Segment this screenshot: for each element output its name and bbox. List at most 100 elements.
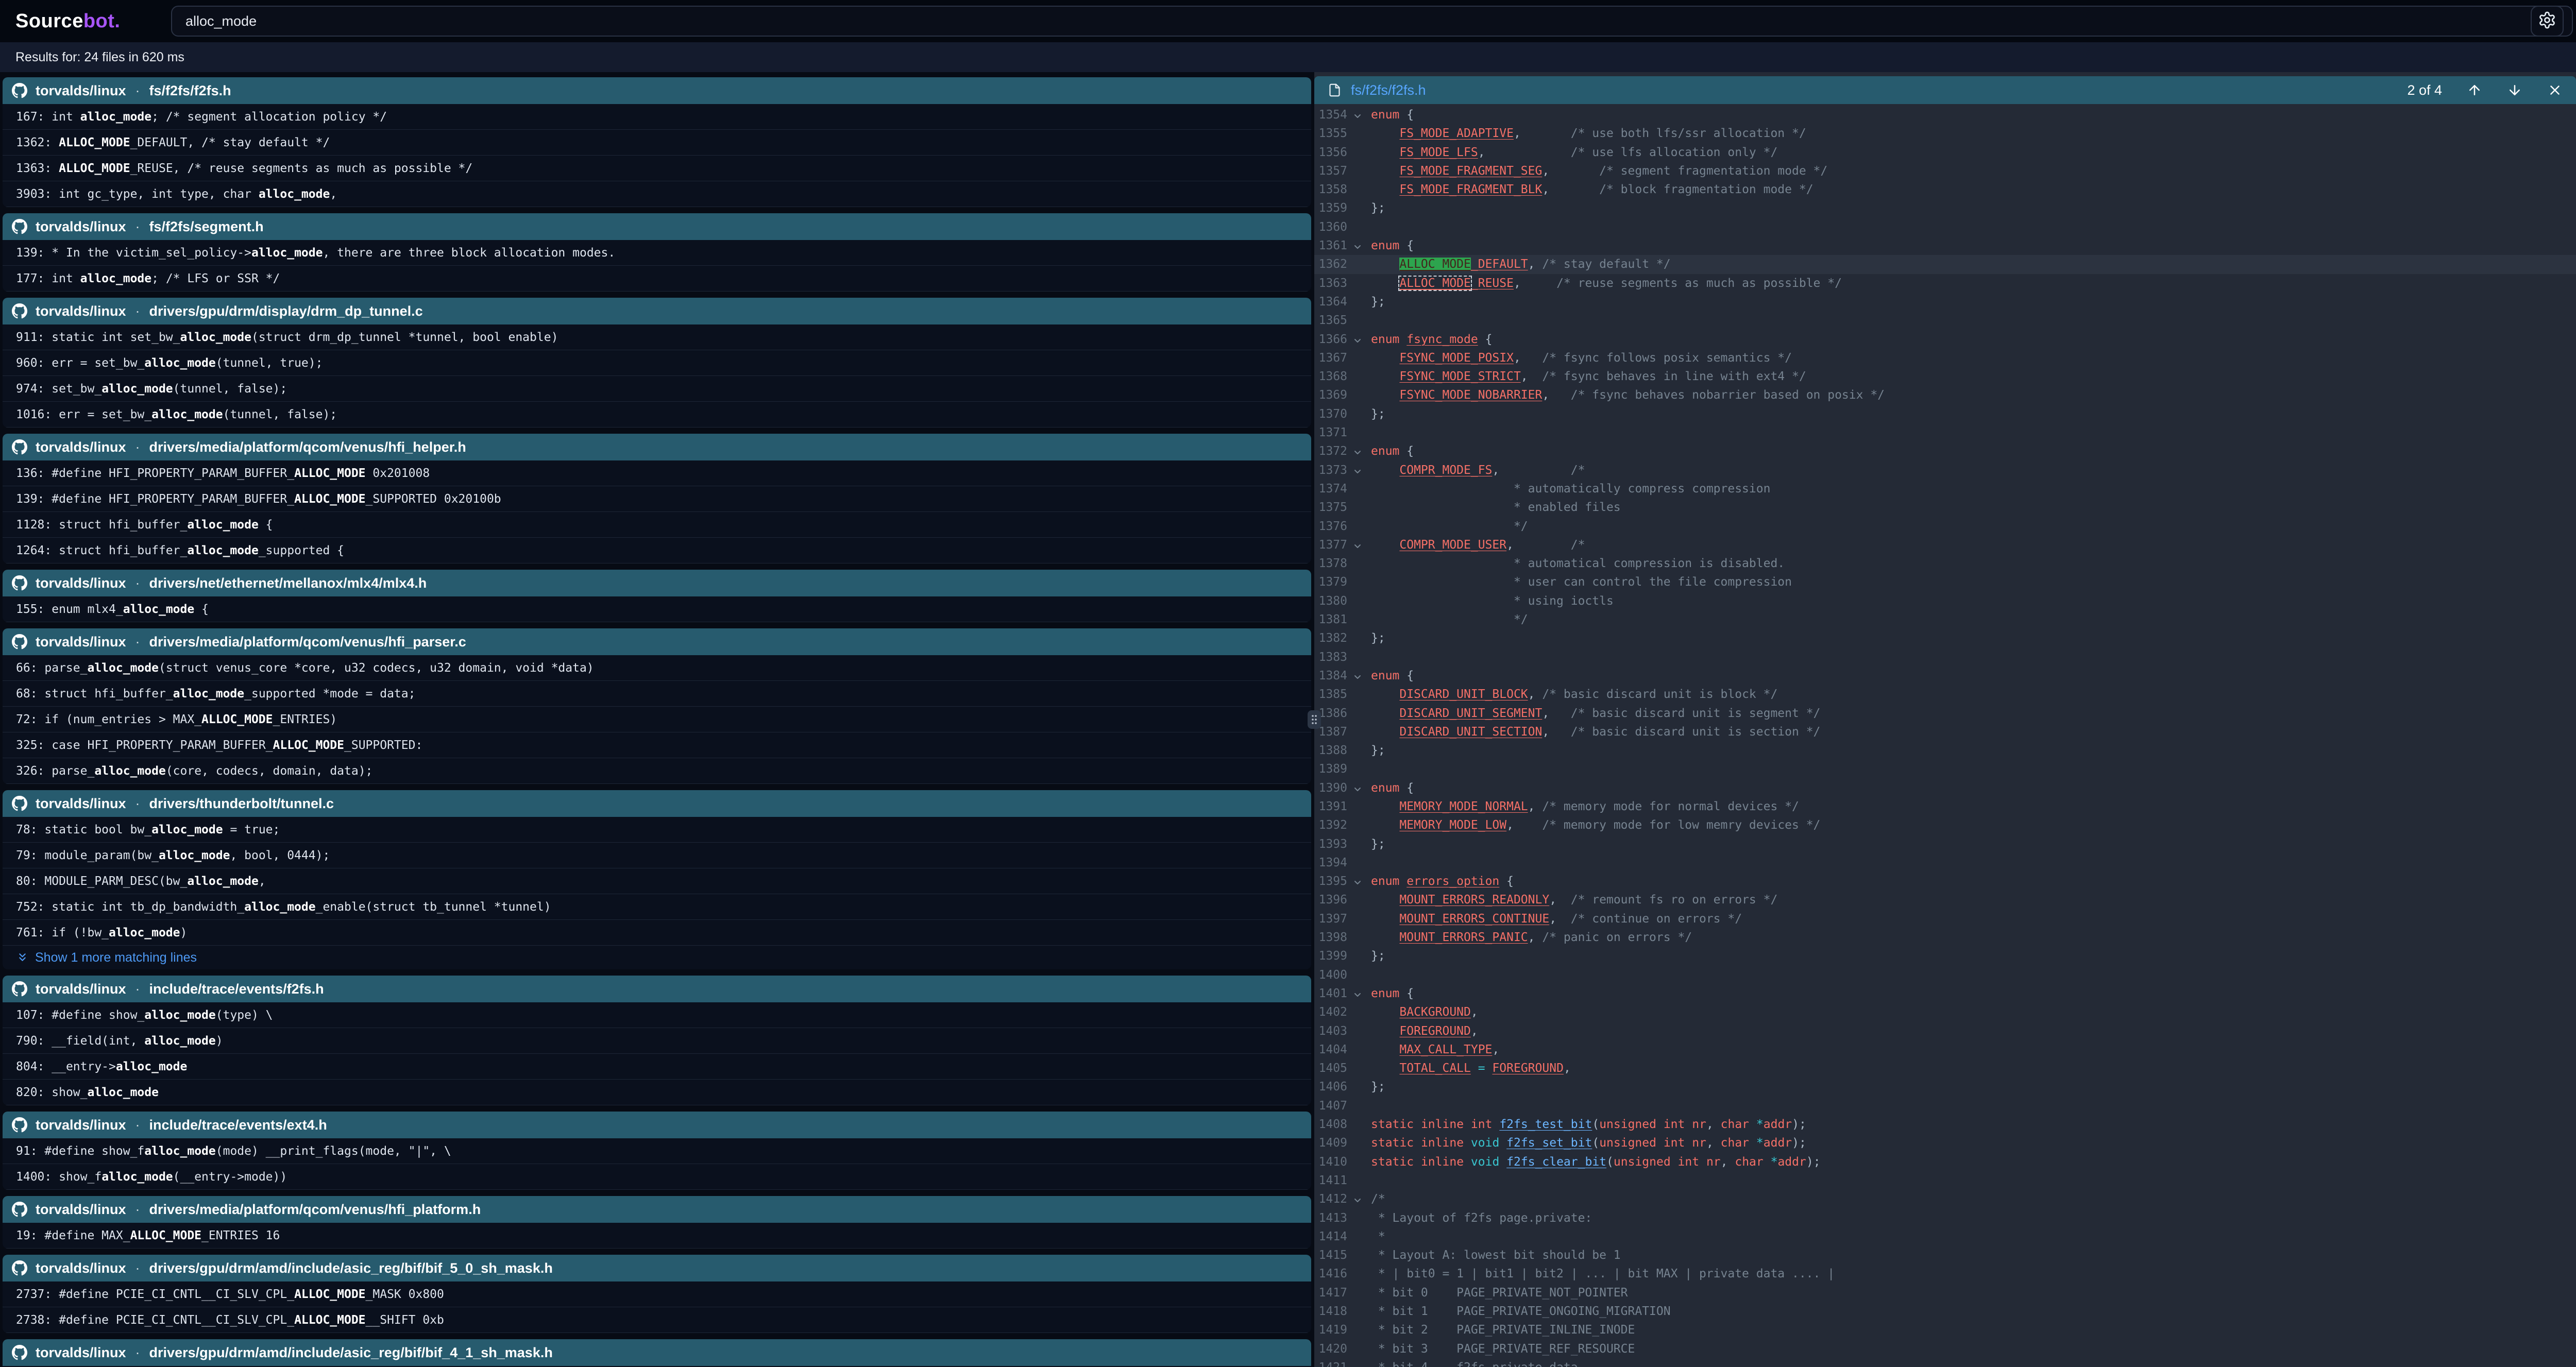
match-line[interactable]: 167: int alloc_mode; /* segment allocati…	[3, 104, 1311, 130]
match-line[interactable]: 107: #define show_alloc_mode(type) \	[3, 1002, 1311, 1028]
code-line[interactable]: 1387 DISCARD_UNIT_SECTION, /* basic disc…	[1314, 723, 2576, 741]
code-line[interactable]: 1413 * Layout of f2fs page.private:	[1314, 1209, 2576, 1227]
line-number[interactable]: 1413	[1314, 1209, 1350, 1227]
code-line[interactable]: 1391 MEMORY_MODE_NORMAL, /* memory mode …	[1314, 797, 2576, 816]
code-line[interactable]: 1399};	[1314, 947, 2576, 965]
match-line[interactable]: 1362: ALLOC_MODE_DEFAULT, /* stay defaul…	[3, 130, 1311, 156]
code-line[interactable]: 1358 FS_MODE_FRAGMENT_BLK, /* block frag…	[1314, 180, 2576, 199]
file-result-header[interactable]: torvalds/linux·drivers/media/platform/qc…	[3, 628, 1311, 655]
line-number[interactable]: 1393	[1314, 835, 1350, 853]
line-number[interactable]: 1390	[1314, 779, 1350, 797]
fold-chevron-icon[interactable]	[1350, 106, 1365, 124]
match-line[interactable]: 974: set_bw_alloc_mode(tunnel, false);	[3, 376, 1311, 402]
match-line[interactable]: 1400: show_falloc_mode(__entry->mode))	[3, 1164, 1311, 1190]
fold-chevron-icon[interactable]	[1350, 872, 1365, 891]
code-line[interactable]: 1412/*	[1314, 1190, 2576, 1208]
match-line[interactable]: 68: struct hfi_buffer_alloc_mode_support…	[3, 681, 1311, 707]
code-line[interactable]: 1365	[1314, 311, 2576, 330]
code-token[interactable]: FSYNC_MODE_STRICT	[1399, 370, 1520, 383]
code-token[interactable]: f2fs_test_bit	[1499, 1118, 1592, 1131]
code-line[interactable]: 1419 * bit 2 PAGE_PRIVATE_INLINE_INODE	[1314, 1321, 2576, 1339]
code-line[interactable]: 1406};	[1314, 1078, 2576, 1096]
match-line[interactable]: 3903: int gc_type, int type, char alloc_…	[3, 181, 1311, 207]
line-number[interactable]: 1414	[1314, 1227, 1350, 1246]
line-number[interactable]: 1388	[1314, 741, 1350, 760]
code-line[interactable]: 1359};	[1314, 199, 2576, 217]
line-number[interactable]: 1384	[1314, 667, 1350, 685]
line-number[interactable]: 1406	[1314, 1078, 1350, 1096]
code-line[interactable]: 1389	[1314, 760, 2576, 778]
code-line[interactable]: 1379 * user can control the file compres…	[1314, 573, 2576, 591]
line-number[interactable]: 1409	[1314, 1134, 1350, 1152]
show-more-link[interactable]: Show 1 more matching lines	[3, 946, 1311, 969]
code-line[interactable]: 1370};	[1314, 405, 2576, 423]
line-number[interactable]: 1357	[1314, 162, 1350, 180]
preview-file-path[interactable]: fs/f2fs/f2fs.h	[1351, 82, 1426, 98]
code-token[interactable]: fsync_mode	[1406, 333, 1478, 346]
code-line[interactable]: 1378 * automatical compression is disabl…	[1314, 554, 2576, 573]
line-number[interactable]: 1416	[1314, 1265, 1350, 1283]
fold-chevron-icon[interactable]	[1350, 536, 1365, 554]
code-line[interactable]: 1411	[1314, 1171, 2576, 1190]
line-number[interactable]: 1356	[1314, 143, 1350, 162]
file-result-header[interactable]: torvalds/linux·drivers/gpu/drm/amd/inclu…	[3, 1339, 1311, 1366]
file-result-header[interactable]: torvalds/linux·drivers/thunderbolt/tunne…	[3, 790, 1311, 817]
match-line[interactable]: 66: parse_alloc_mode(struct venus_core *…	[3, 655, 1311, 681]
match-line[interactable]: 72: if (num_entries > MAX_ALLOC_MODE_ENT…	[3, 707, 1311, 732]
code-line[interactable]: 1392 MEMORY_MODE_LOW, /* memory mode for…	[1314, 816, 2576, 834]
line-number[interactable]: 1408	[1314, 1115, 1350, 1134]
code-line[interactable]: 1418 * bit 1 PAGE_PRIVATE_ONGOING_MIGRAT…	[1314, 1302, 2576, 1321]
code-line[interactable]: 1383	[1314, 648, 2576, 667]
code-line[interactable]: 1386 DISCARD_UNIT_SEGMENT, /* basic disc…	[1314, 704, 2576, 723]
match-line[interactable]: 1128: struct hfi_buffer_alloc_mode {	[3, 512, 1311, 538]
code-line[interactable]: 1398 MOUNT_ERRORS_PANIC, /* panic on err…	[1314, 928, 2576, 947]
code-line[interactable]: 1407	[1314, 1097, 2576, 1115]
match-line[interactable]: 91: #define show_falloc_mode(mode) __pri…	[3, 1138, 1311, 1164]
line-number[interactable]: 1398	[1314, 928, 1350, 947]
code-token[interactable]: FS_MODE_ADAPTIVE	[1399, 127, 1514, 140]
line-number[interactable]: 1373	[1314, 461, 1350, 480]
code-line[interactable]: 1395enum errors_option {	[1314, 872, 2576, 891]
line-number[interactable]: 1368	[1314, 367, 1350, 386]
line-number[interactable]: 1407	[1314, 1097, 1350, 1115]
line-number[interactable]: 1420	[1314, 1340, 1350, 1358]
match-line[interactable]: 2738: #define PCIE_CI_CNTL__CI_SLV_CPL_A…	[3, 1307, 1311, 1333]
line-number[interactable]: 1400	[1314, 966, 1350, 984]
code-line[interactable]: 1397 MOUNT_ERRORS_CONTINUE, /* continue …	[1314, 910, 2576, 928]
line-number[interactable]: 1383	[1314, 648, 1350, 667]
file-result-header[interactable]: torvalds/linux·drivers/net/ethernet/mell…	[3, 570, 1311, 596]
file-result-header[interactable]: torvalds/linux·drivers/gpu/drm/amd/inclu…	[3, 1255, 1311, 1281]
line-number[interactable]: 1376	[1314, 517, 1350, 536]
fold-chevron-icon[interactable]	[1350, 667, 1365, 685]
code-line[interactable]: 1410static inline void f2fs_clear_bit(un…	[1314, 1153, 2576, 1171]
match-line[interactable]: 1264: struct hfi_buffer_alloc_mode_suppo…	[3, 538, 1311, 563]
code-line[interactable]: 1409static inline void f2fs_set_bit(unsi…	[1314, 1134, 2576, 1152]
code-line[interactable]: 1420 * bit 3 PAGE_PRIVATE_REF_RESOURCE	[1314, 1340, 2576, 1358]
line-number[interactable]: 1421	[1314, 1358, 1350, 1367]
match-line[interactable]: 139: * In the victim_sel_policy->alloc_m…	[3, 240, 1311, 266]
code-line[interactable]: 1376 */	[1314, 517, 2576, 536]
code-line[interactable]: 1394	[1314, 853, 2576, 872]
line-number[interactable]: 1361	[1314, 236, 1350, 255]
code-line[interactable]: 1371	[1314, 423, 2576, 442]
match-line[interactable]: 820: show_alloc_mode	[3, 1080, 1311, 1105]
code-token[interactable]: COMPR_MODE_USER	[1399, 538, 1506, 552]
line-number[interactable]: 1389	[1314, 760, 1350, 778]
file-result-header[interactable]: torvalds/linux·fs/f2fs/f2fs.h	[3, 77, 1311, 104]
code-line[interactable]: 1373 COMPR_MODE_FS, /*	[1314, 461, 2576, 480]
code-line[interactable]: 1415 * Layout A: lowest bit should be 1	[1314, 1246, 2576, 1265]
code-line[interactable]: 1374 * automatically compress compressio…	[1314, 480, 2576, 498]
code-line[interactable]: 1396 MOUNT_ERRORS_READONLY, /* remount f…	[1314, 891, 2576, 909]
code-line[interactable]: 1369 FSYNC_MODE_NOBARRIER, /* fsync beha…	[1314, 386, 2576, 404]
code-token[interactable]: FS_MODE_FRAGMENT_SEG	[1399, 164, 1542, 178]
code-line[interactable]: 1417 * bit 0 PAGE_PRIVATE_NOT_POINTER	[1314, 1284, 2576, 1302]
other-match[interactable]: ALLOC_MODE	[1399, 277, 1470, 290]
fold-chevron-icon[interactable]	[1350, 984, 1365, 1003]
line-number[interactable]: 1370	[1314, 405, 1350, 423]
match-line[interactable]: 155: enum mlx4_alloc_mode {	[3, 596, 1311, 622]
line-number[interactable]: 1380	[1314, 592, 1350, 610]
code-line[interactable]: 1363 ALLOC_MODE_REUSE, /* reuse segments…	[1314, 274, 2576, 293]
code-line[interactable]: 1403 FOREGROUND,	[1314, 1022, 2576, 1040]
code-line[interactable]: 1388};	[1314, 741, 2576, 760]
code-token[interactable]: DISCARD_UNIT_BLOCK	[1399, 688, 1528, 701]
